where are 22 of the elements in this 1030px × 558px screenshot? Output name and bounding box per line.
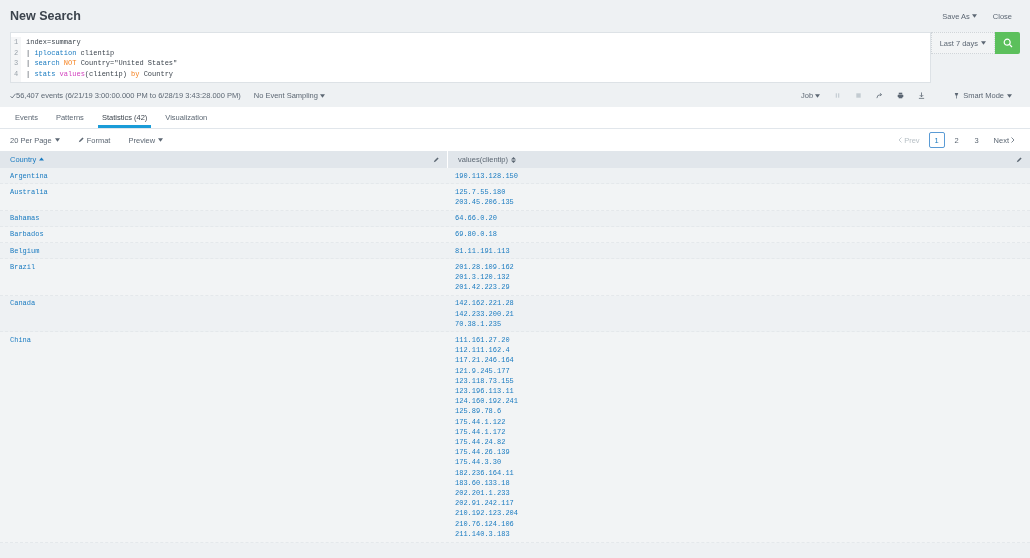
caret-icon bbox=[319, 93, 325, 98]
caret-icon bbox=[54, 138, 60, 142]
search-button[interactable] bbox=[995, 32, 1020, 54]
pencil-icon bbox=[433, 156, 439, 163]
caret-icon bbox=[971, 14, 977, 18]
pencil-icon bbox=[77, 137, 84, 143]
sort-icon bbox=[511, 156, 517, 163]
caret-icon bbox=[815, 93, 821, 98]
print-icon[interactable] bbox=[897, 92, 905, 99]
check-icon bbox=[10, 92, 16, 99]
page-title: New Search bbox=[10, 9, 81, 23]
sort-ascending-icon bbox=[39, 156, 45, 163]
pencil-icon bbox=[1016, 156, 1022, 163]
pin-icon bbox=[953, 92, 961, 99]
download-icon[interactable] bbox=[918, 92, 926, 99]
caret-icon bbox=[981, 41, 986, 45]
share-icon[interactable] bbox=[876, 92, 884, 99]
chevron-right-icon bbox=[1011, 137, 1015, 143]
search-icon bbox=[1002, 38, 1013, 48]
caret-icon bbox=[158, 138, 164, 142]
caret-icon bbox=[1007, 93, 1012, 98]
chevron-left-icon bbox=[898, 137, 903, 143]
